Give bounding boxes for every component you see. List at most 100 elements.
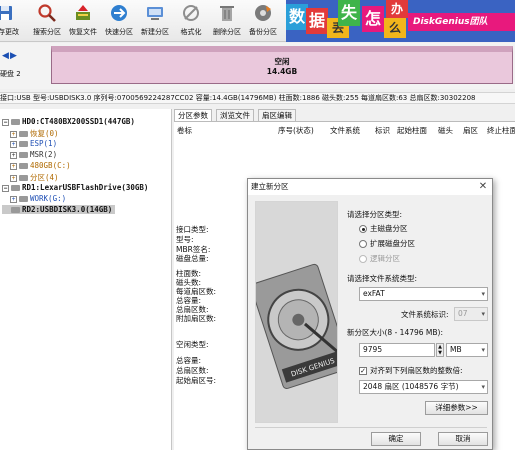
radio-label: 扩展磁盘分区 — [370, 239, 415, 248]
toolbar: 保存更改 搜索分区 恢复文件 快速分区 新建分区 格式化 删除分区 备份分区 数… — [0, 0, 515, 42]
collapse-icon[interactable]: − — [2, 184, 9, 192]
save-button[interactable]: 保存更改 — [0, 3, 24, 39]
prev-disk-arrow-icon[interactable]: ◀ — [2, 51, 9, 61]
disk-label: 硬盘 2 — [0, 70, 21, 78]
tree-part-c[interactable]: +480GB(C:) — [10, 161, 71, 170]
tree-node-label: 480GB(C:) — [30, 161, 71, 170]
new-partition-icon — [147, 7, 163, 20]
spin-down-icon[interactable]: ▼ — [437, 350, 443, 356]
tab-partition-params[interactable]: 分区参数 — [174, 109, 212, 121]
details-button[interactable]: 详细参数>> — [425, 401, 488, 415]
partition-label: 空闲 — [274, 57, 290, 66]
banner-char: 么 — [384, 18, 406, 38]
new-partition-dialog: 建立新分区 ✕ DISK GENIUS 请选择分区类型: 主磁盘分区 扩展磁盘分… — [247, 178, 493, 450]
column-header[interactable]: 卷标 — [177, 125, 192, 136]
expand-icon[interactable]: + — [10, 174, 17, 182]
fs-id-select[interactable]: 07 ▾ — [454, 307, 488, 321]
prop-label: 附加扇区数: — [176, 314, 217, 323]
column-header[interactable]: 序号(状态) — [278, 125, 314, 136]
prop-label: 磁盘总量: — [176, 254, 209, 263]
column-header[interactable]: 终止柱面 — [487, 125, 515, 136]
size-spinner[interactable]: ▲ ▼ — [436, 343, 444, 357]
fs-id-value: 07 — [458, 309, 468, 318]
size-unit-value: MB — [450, 345, 462, 354]
tree-part-4[interactable]: + 分区(4) — [10, 172, 59, 183]
partition-icon — [19, 196, 28, 202]
expand-icon[interactable]: + — [10, 151, 17, 159]
fs-type-select[interactable]: exFAT ▾ — [359, 287, 488, 301]
fs-id-label: 文件系统标识: — [401, 310, 449, 319]
chevron-down-icon: ▾ — [481, 346, 485, 354]
quick-partition-icon — [111, 5, 127, 21]
column-header[interactable]: 文件系统 — [330, 125, 360, 136]
expand-icon[interactable]: + — [10, 195, 17, 203]
column-header[interactable]: 起始柱面 — [397, 125, 427, 136]
column-header[interactable]: 磁头 — [438, 125, 453, 136]
align-label: 对齐到下列扇区数的整数倍: — [370, 366, 463, 375]
tree-disk-rd1[interactable]: − RD1:LexarUSBFlashDrive(30GB) — [2, 183, 148, 192]
tab-sector-editor[interactable]: 扇区编辑 — [258, 109, 296, 121]
size-input[interactable]: 9795 — [359, 343, 435, 357]
tree-node-label: 恢复(0) — [30, 129, 59, 138]
disk-icon — [11, 119, 20, 125]
tree-node-label: RD2:USBDISK3.0(14GB) — [22, 205, 113, 214]
recover-icon — [76, 5, 90, 20]
align-checkbox[interactable]: ✓ 对齐到下列扇区数的整数倍: — [359, 365, 463, 376]
backup-partition-label: 备份分区 — [249, 28, 277, 36]
backup-icon — [255, 5, 271, 21]
align-value: 2048 扇区 (1048576 字节) — [363, 382, 459, 391]
radio-extended[interactable]: 扩展磁盘分区 — [359, 238, 415, 249]
partition-type-label: 请选择分区类型: — [347, 210, 403, 219]
align-select[interactable]: 2048 扇区 (1048576 字节) ▾ — [359, 380, 488, 394]
chevron-down-icon: ▾ — [481, 290, 485, 298]
fs-type-value: exFAT — [363, 289, 385, 298]
cancel-button[interactable]: 取消 — [438, 432, 488, 446]
tree-disk-rd2[interactable]: RD2:USBDISK3.0(14GB) — [2, 205, 116, 214]
prop-label: 起始扇区号: — [176, 376, 217, 385]
tree-node-label: 分区(4) — [30, 173, 59, 182]
close-icon[interactable]: ✕ — [477, 181, 489, 193]
tree-disk-hd0[interactable]: − HD0:CT480BX200SSD1(447GB) — [2, 117, 135, 126]
free-space-block[interactable]: 空闲 14.4GB — [51, 46, 513, 84]
tree-part-recovery[interactable]: + 恢复(0) — [10, 128, 59, 139]
column-header[interactable]: 标识 — [375, 125, 390, 136]
expand-icon[interactable]: + — [10, 140, 17, 148]
radio-label: 逻辑分区 — [370, 254, 400, 263]
prop-label: 空闲类型: — [176, 340, 209, 349]
radio-icon — [359, 240, 367, 248]
collapse-icon[interactable]: − — [2, 118, 9, 126]
size-unit-select[interactable]: MB ▾ — [446, 343, 488, 357]
partition-icon — [19, 141, 28, 147]
ad-banner[interactable]: 数 据 丢 失 怎 么 办 DiskGenius团队 — [286, 0, 515, 42]
usb-disk-icon — [11, 185, 20, 191]
tree-node-label: HD0:CT480BX200SSD1(447GB) — [22, 117, 135, 126]
expand-icon[interactable]: + — [10, 162, 17, 170]
checkmark-icon: ✓ — [359, 367, 367, 375]
radio-logical[interactable]: 逻辑分区 — [359, 253, 400, 264]
backup-partition-button[interactable]: 备份分区 — [244, 3, 282, 39]
banner-char: 怎 — [362, 6, 384, 32]
tab-browse-files[interactable]: 浏览文件 — [216, 109, 254, 121]
fs-type-label: 请选择文件系统类型: — [347, 274, 418, 283]
partition-icon — [19, 163, 28, 169]
tree-part-msr[interactable]: + MSR(2) — [10, 150, 57, 159]
tree-node-label: ESP(1) — [30, 139, 58, 148]
search-icon — [38, 4, 56, 22]
expand-icon[interactable]: + — [10, 130, 17, 138]
ok-button[interactable]: 确定 — [371, 432, 421, 446]
banner-char: 失 — [338, 0, 360, 26]
radio-label: 主磁盘分区 — [370, 224, 408, 233]
hard-disk-illustration: DISK GENIUS — [255, 201, 338, 423]
usb-disk-icon — [11, 207, 20, 213]
size-value: 9795 — [363, 345, 383, 354]
partition-icon — [19, 131, 28, 137]
banner-char: 数 — [286, 4, 308, 30]
tree-part-work[interactable]: + WORK(G:) — [10, 194, 66, 203]
tree-node-label: MSR(2) — [30, 150, 58, 159]
column-header[interactable]: 扇区 — [463, 125, 478, 136]
next-disk-arrow-icon[interactable]: ▶ — [10, 51, 17, 61]
tree-part-esp[interactable]: + ESP(1) — [10, 139, 57, 148]
radio-primary[interactable]: 主磁盘分区 — [359, 223, 408, 234]
disk-info-line: 接口:USB 型号:USBDISK3.0 序列号:0700569224287CC… — [0, 92, 515, 104]
format-icon — [183, 5, 199, 21]
